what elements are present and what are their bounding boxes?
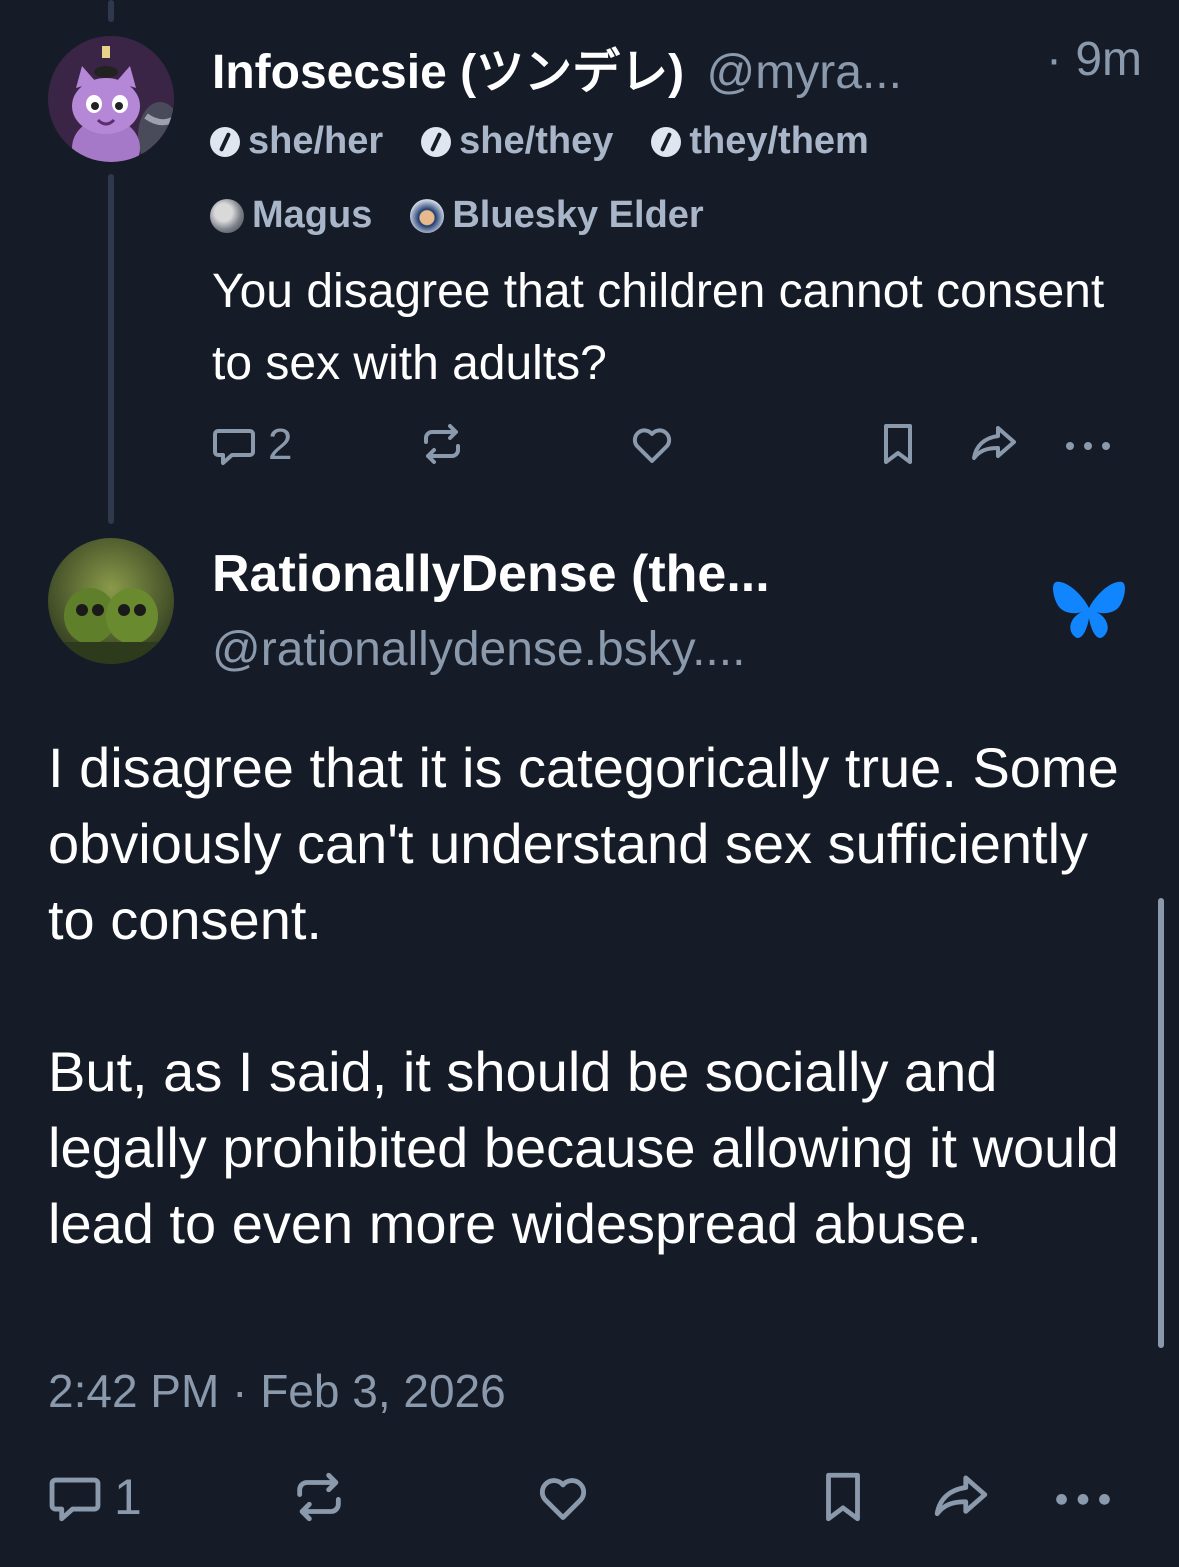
heart-icon (632, 428, 672, 463)
bookmark-button[interactable] (874, 420, 922, 468)
scrollbar[interactable] (1158, 898, 1164, 1348)
label-badge-text: Bluesky Elder (452, 194, 704, 236)
repost-button[interactable] (418, 420, 466, 468)
elder-icon (410, 198, 445, 233)
thread-view: Infosecsie (ツンデレ) @myra... · 9m she/her … (0, 0, 1179, 1567)
parent-post-header: Infosecsie (ツンデレ) @myra... · 9m (212, 32, 1142, 102)
like-button[interactable] (628, 420, 676, 468)
parent-handle[interactable]: @myra... (707, 46, 902, 99)
label-badge-elder[interactable]: Bluesky Elder (410, 194, 704, 237)
reply-button[interactable]: 1 (46, 1468, 142, 1526)
more-options-button[interactable] (1062, 420, 1114, 468)
more-options-button[interactable] (1052, 1468, 1114, 1526)
pronoun-badge[interactable]: she/they (421, 120, 613, 163)
label-badge-text: Magus (252, 194, 373, 236)
heart-icon (539, 1478, 587, 1520)
main-post-actions: 1 (0, 1464, 1179, 1530)
pronoun-label: they/them (689, 120, 869, 162)
pronoun-badge[interactable]: they/them (651, 120, 869, 163)
thread-line-top (108, 0, 114, 22)
parent-display-name[interactable]: Infosecsie (ツンデレ) (212, 46, 684, 99)
magus-icon (210, 198, 244, 233)
pronoun-label: she/they (459, 120, 614, 162)
share-button[interactable] (968, 420, 1020, 468)
main-handle[interactable]: @rationallydense.bsky.... (212, 622, 745, 677)
repost-icon (297, 1472, 341, 1522)
bookmark-icon (826, 1472, 860, 1522)
pronoun-icon (210, 126, 240, 157)
repost-icon (424, 424, 460, 464)
reply-icon (49, 1477, 101, 1522)
pronoun-badge[interactable]: she/her (210, 120, 383, 163)
reply-icon (213, 429, 255, 465)
bluesky-butterfly-icon (1053, 581, 1125, 639)
main-post-paragraph: I disagree that it is categorically true… (48, 736, 1119, 951)
bookmark-button[interactable] (814, 1468, 872, 1526)
share-icon (972, 426, 1016, 460)
main-post-paragraph: But, as I said, it should be socially an… (48, 1040, 1119, 1255)
share-icon (934, 1475, 988, 1517)
pronoun-icon (651, 126, 682, 157)
repost-button[interactable] (290, 1468, 348, 1526)
post-timestamp: 2:42 PM · Feb 3, 2026 (48, 1365, 506, 1417)
parent-post-time: · 9m (1046, 33, 1142, 86)
main-avatar[interactable] (48, 538, 174, 664)
parent-avatar[interactable] (48, 36, 174, 162)
main-post-text: I disagree that it is categorically true… (48, 730, 1128, 1338)
more-icon (1066, 442, 1110, 450)
reply-count: 2 (268, 420, 293, 469)
label-badges: Magus Bluesky Elder (210, 194, 704, 237)
pronoun-icon (421, 126, 452, 157)
pronoun-badges: she/her she/they they/them (210, 120, 869, 163)
reply-count: 1 (114, 1469, 142, 1525)
bookmark-icon (884, 424, 912, 464)
more-icon (1056, 1494, 1110, 1505)
label-badge-magus[interactable]: Magus (210, 194, 372, 237)
parent-post-text: You disagree that children cannot consen… (212, 265, 1105, 390)
main-display-name[interactable]: RationallyDense (the... (212, 544, 770, 604)
like-button[interactable] (534, 1468, 592, 1526)
pronoun-label: she/her (248, 120, 384, 162)
share-button[interactable] (930, 1468, 992, 1526)
reply-button[interactable]: 2 (210, 420, 292, 470)
parent-post-actions: 2 (0, 416, 1179, 476)
